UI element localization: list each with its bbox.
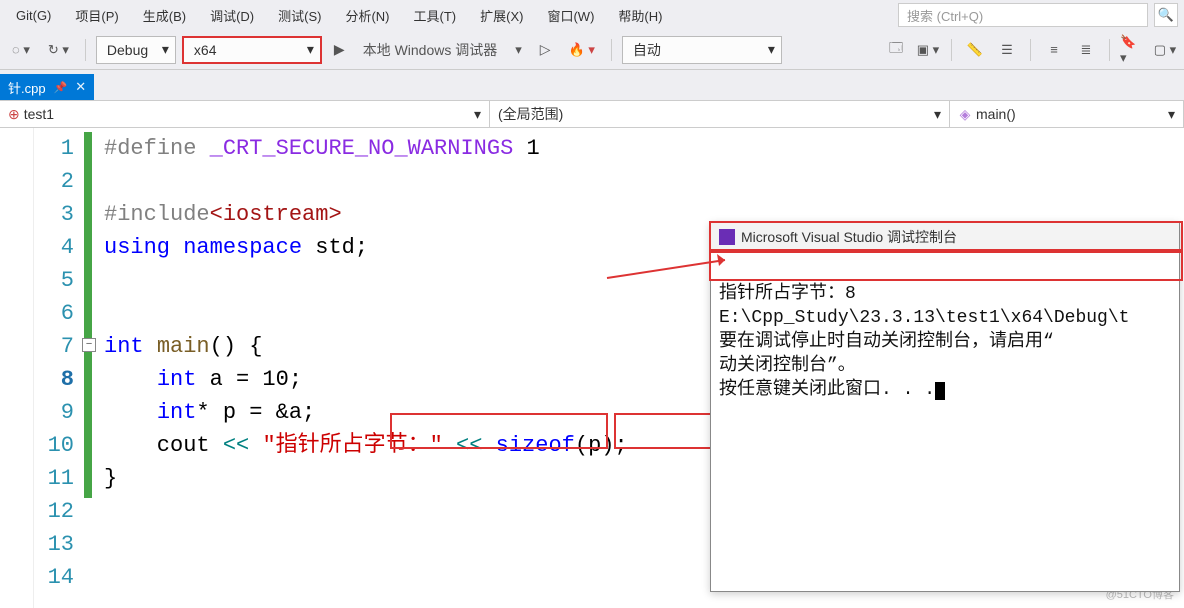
console-line: 指针所占字节：8 [719,284,856,304]
toolbar-separator [951,39,952,61]
console-line: 要在调试停止时自动关闭控制台，请启用“ [719,332,1054,352]
toolbar-separator [611,39,612,61]
file-tab-active[interactable]: 针.cpp 📌 ✕ [0,74,94,100]
config-combo[interactable]: Debug ▾ [96,36,176,64]
vs-console-icon [719,229,735,245]
chevron-down-icon: ▾ [934,106,941,123]
console-title-text: Microsoft Visual Studio 调试控制台 [741,227,957,247]
bookmark-icon[interactable]: 🔖 ▾ [1120,37,1146,63]
menu-build[interactable]: 生成(B) [133,2,196,29]
stack-icon[interactable]: ☰ [994,37,1020,63]
menu-git[interactable]: Git(G) [6,4,61,27]
file-tab-filename: 针.cpp [8,78,46,97]
menu-debug[interactable]: 调试(D) [200,2,264,29]
toolbar: ◌ ▾ ↻ ▾ Debug ▾ x64 ▾ ▶ 本地 Windows 调试器 ▾… [0,30,1184,70]
auto-combo[interactable]: 自动 ▾ [622,36,782,64]
chevron-down-icon: ▾ [162,41,169,58]
indent-icon[interactable]: ≡ [1041,37,1067,63]
pin-icon[interactable]: 📌 [54,81,68,94]
breakpoint-margin[interactable] [0,128,34,608]
toolbar-separator [1109,39,1110,61]
layout-icon[interactable]: ▣ ▾ [915,37,941,63]
chevron-down-icon: ▾ [1168,106,1175,123]
nav-func-dropdown[interactable]: ◈ main() ▾ [950,101,1183,127]
nav-func-label: main() [976,106,1016,122]
window-icon[interactable]: 🗔 [883,37,909,63]
menu-analyze[interactable]: 分析(N) [335,2,399,29]
chevron-down-icon: ▾ [474,106,481,123]
change-indicator [84,132,92,498]
menu-test[interactable]: 测试(S) [268,2,331,29]
platform-combo[interactable]: x64 ▾ [182,36,322,64]
debug-console-window[interactable]: Microsoft Visual Studio 调试控制台 指针所占字节：8 E… [710,222,1180,592]
search-placeholder: 搜索 (Ctrl+Q) [907,6,983,25]
console-line: E:\Cpp_Study\23.3.13\test1\x64\Debug\t [719,308,1129,328]
platform-label: x64 [194,42,217,58]
menu-ext[interactable]: 扩展(X) [470,2,533,29]
console-output: 指针所占字节：8 E:\Cpp_Study\23.3.13\test1\x64\… [711,252,1179,432]
nav-bar: ⊕ test1 ▾ (全局范围) ▾ ◈ main() ▾ [0,100,1184,128]
auto-label: 自动 [633,40,661,60]
menu-help[interactable]: 帮助(H) [608,2,672,29]
nav-project-dropdown[interactable]: ⊕ test1 ▾ [0,101,490,127]
magnifier-icon: 🔍 [1158,7,1174,23]
close-tab-icon[interactable]: ✕ [75,79,86,95]
line-number-gutter: 1234567891011121314 [34,128,84,608]
start-debug-button[interactable]: ▶ [328,39,351,60]
chevron-down-icon: ▾ [307,41,314,58]
comment-icon[interactable]: ▢ ▾ [1152,37,1178,63]
search-input[interactable]: 搜索 (Ctrl+Q) [898,3,1148,27]
debugger-label[interactable]: 本地 Windows 调试器 [357,38,504,62]
file-tab-strip: 针.cpp 📌 ✕ [0,70,1184,100]
console-titlebar[interactable]: Microsoft Visual Studio 调试控制台 [711,223,1179,252]
menu-project[interactable]: 项目(P) [65,2,128,29]
cube-icon: ◈ [958,107,972,121]
ruler-icon[interactable]: 📏 [962,37,988,63]
start-nodebug-button[interactable]: ▷ [534,39,557,60]
debugger-dropdown[interactable]: ▾ [509,40,528,60]
nav-scope-dropdown[interactable]: (全局范围) ▾ [490,101,950,127]
menu-tools[interactable]: 工具(T) [404,2,467,29]
hot-reload-icon[interactable]: 🔥 ▾ [563,40,601,60]
cursor-block [935,382,945,400]
plus-icon: ⊕ [8,106,20,123]
menu-window[interactable]: 窗口(W) [537,2,604,29]
config-label: Debug [107,42,148,58]
toolbar-separator [85,39,86,61]
nav-scope-label: (全局范围) [498,104,563,124]
nav-project-label: test1 [24,106,54,122]
outdent-icon[interactable]: ≣ [1073,37,1099,63]
toolbar-separator [1030,39,1031,61]
redo-dropdown[interactable]: ↻ ▾ [42,40,75,60]
console-line: 按任意键关闭此窗口. . . [719,380,935,400]
chevron-down-icon: ▾ [768,41,775,58]
search-button[interactable]: 🔍 [1154,3,1178,27]
console-line: 动关闭控制台”。 [719,356,856,376]
back-dropdown[interactable]: ◌ ▾ [6,40,36,60]
menu-bar: Git(G) 项目(P) 生成(B) 调试(D) 测试(S) 分析(N) 工具(… [0,0,1184,30]
